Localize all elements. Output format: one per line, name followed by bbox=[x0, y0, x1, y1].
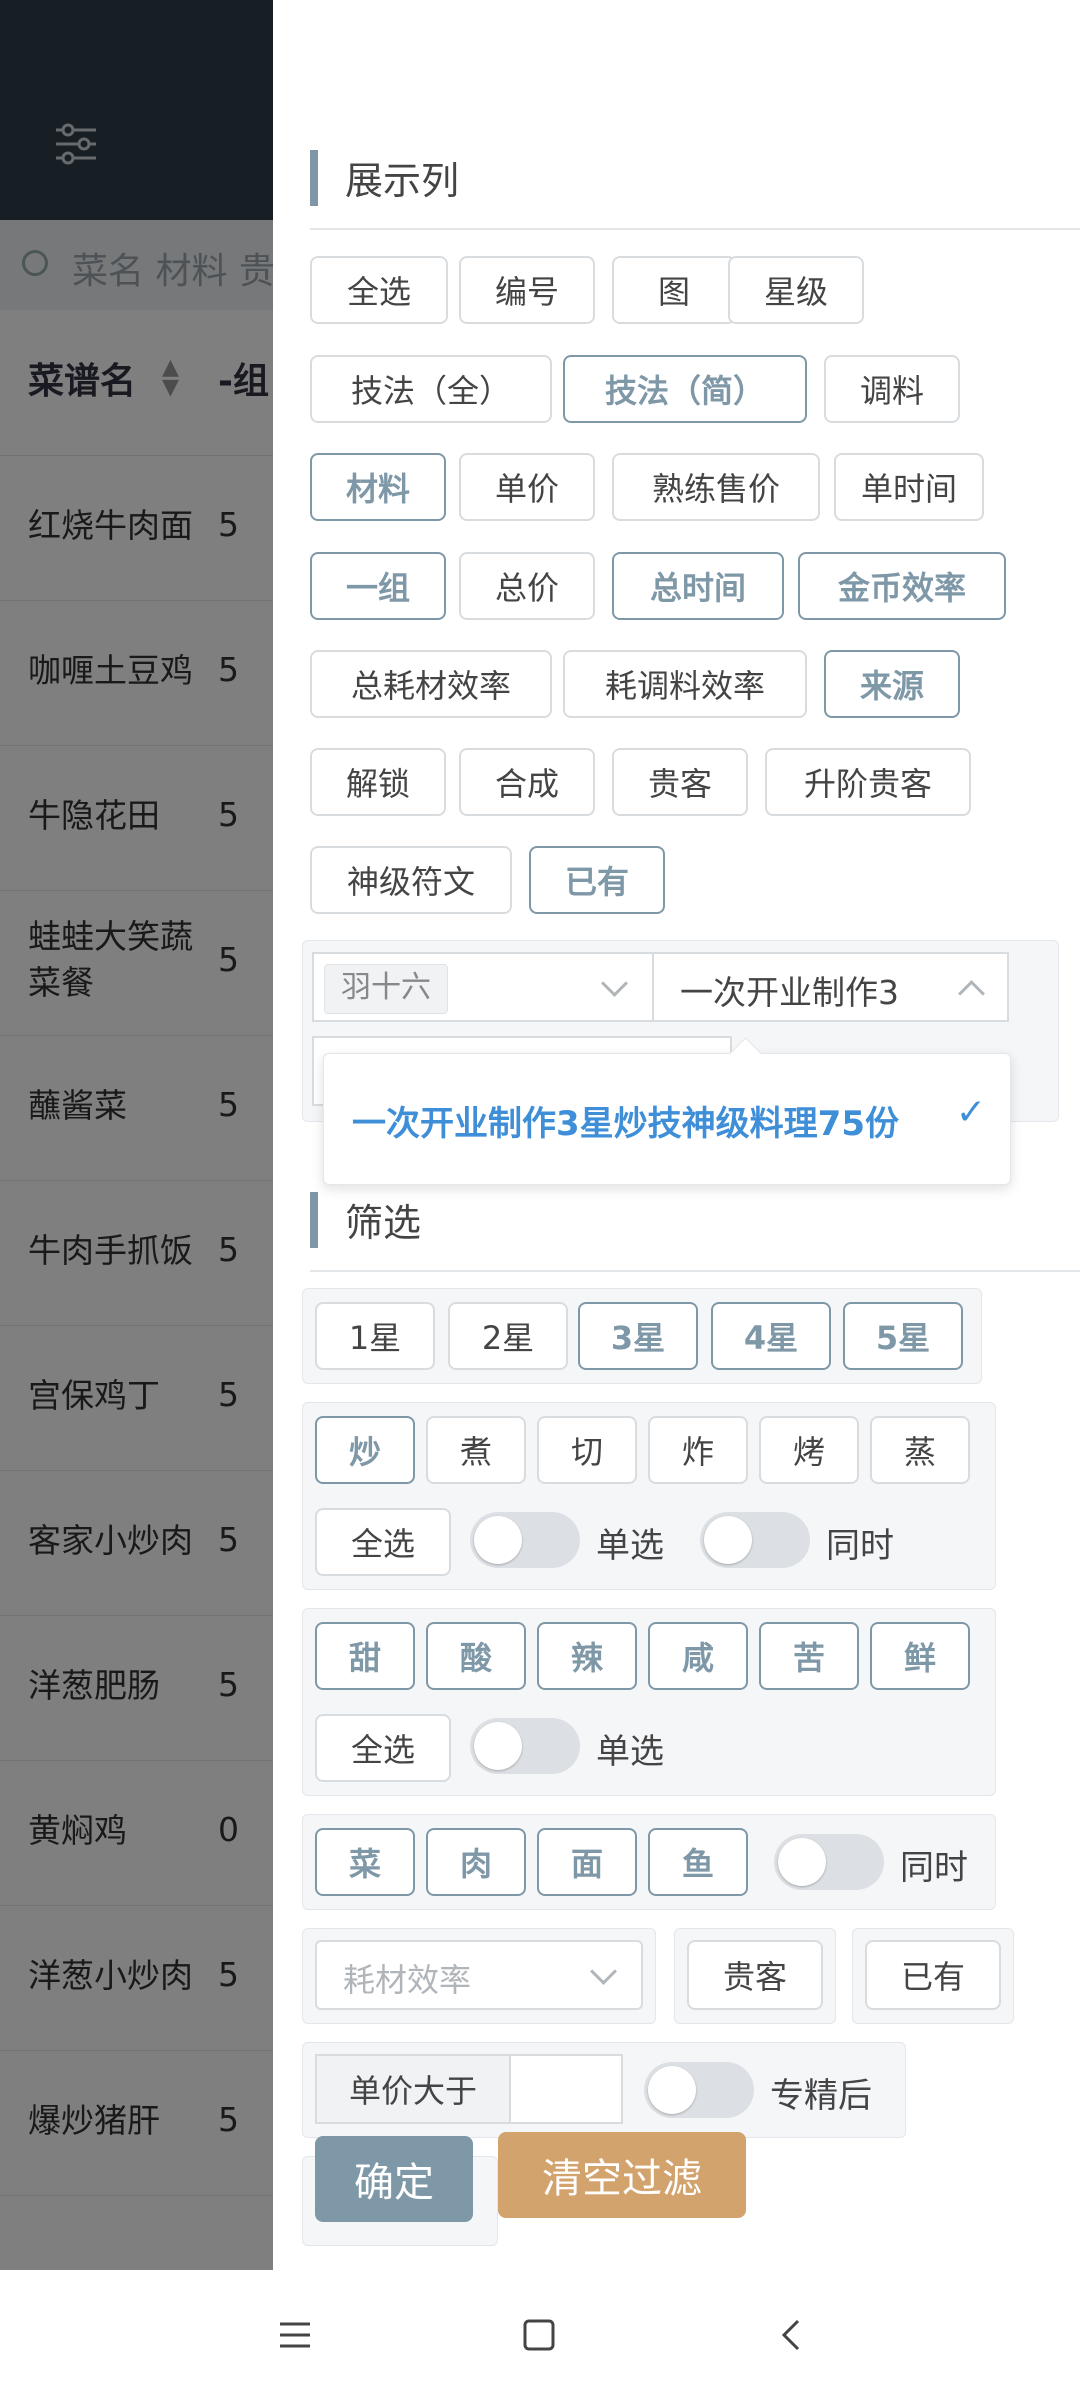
column-toggle-button[interactable]: 熟练售价 bbox=[612, 453, 820, 521]
skills-same-time-label: 同时 bbox=[826, 1526, 894, 1566]
recent-apps-icon[interactable] bbox=[278, 2318, 312, 2352]
skills-single-toggle[interactable] bbox=[470, 1512, 580, 1568]
efficiency-select[interactable]: 耗材效率 bbox=[315, 1940, 643, 2010]
column-toggle-button[interactable]: 调料 bbox=[824, 355, 960, 423]
task-dropdown: 一次开业制作3星炒技神级料理75份 ✓ bbox=[323, 1037, 1011, 1185]
material-filter-button[interactable]: 鱼 bbox=[648, 1828, 748, 1896]
column-toggle-button[interactable]: 神级符文 bbox=[310, 846, 512, 914]
column-toggle-button[interactable]: 全选 bbox=[310, 256, 448, 324]
materials-same-time-label: 同时 bbox=[900, 1848, 968, 1888]
skill-filter-button[interactable]: 炒 bbox=[315, 1416, 415, 1484]
column-toggle-button[interactable]: 解锁 bbox=[310, 748, 446, 816]
column-toggle-button[interactable]: 总时间 bbox=[612, 552, 784, 620]
chevron-down-icon bbox=[590, 1958, 617, 1985]
tastes-single-label: 单选 bbox=[596, 1732, 664, 1772]
price-greater-input[interactable] bbox=[509, 2054, 623, 2124]
tastes-select-all-button[interactable]: 全选 bbox=[315, 1714, 451, 1782]
divider bbox=[310, 228, 1080, 230]
column-toggle-button[interactable]: 一组 bbox=[310, 552, 446, 620]
taste-filter-button[interactable]: 苦 bbox=[759, 1622, 859, 1690]
section-title-filter: 筛选 bbox=[345, 1201, 422, 1245]
taste-filter-button[interactable]: 酸 bbox=[426, 1622, 526, 1690]
divider bbox=[310, 1270, 1080, 1272]
skill-filter-button[interactable]: 煮 bbox=[426, 1416, 526, 1484]
column-toggle-button[interactable]: 技法（全） bbox=[310, 355, 552, 423]
after-mastery-toggle[interactable] bbox=[644, 2062, 754, 2118]
column-toggle-button[interactable]: 材料 bbox=[310, 453, 446, 521]
skill-filter-button[interactable]: 切 bbox=[537, 1416, 637, 1484]
owned-filter-button[interactable]: 已有 bbox=[865, 1940, 1001, 2010]
section-title-columns: 展示列 bbox=[345, 159, 460, 203]
system-nav-bar bbox=[0, 2270, 1080, 2400]
guest-filter-button[interactable]: 贵客 bbox=[687, 1940, 823, 2010]
material-filter-button[interactable]: 面 bbox=[537, 1828, 637, 1896]
column-toggle-button[interactable]: 贵客 bbox=[612, 748, 748, 816]
column-toggle-button[interactable]: 已有 bbox=[529, 846, 665, 914]
taste-filter-button[interactable]: 鲜 bbox=[870, 1622, 970, 1690]
materials-same-time-toggle[interactable] bbox=[774, 1834, 884, 1890]
column-toggle-button[interactable]: 来源 bbox=[824, 650, 960, 718]
efficiency-placeholder: 耗材效率 bbox=[343, 1961, 472, 1999]
clear-filter-button[interactable]: 清空过滤 bbox=[498, 2132, 746, 2218]
chef-tag: 羽十六 bbox=[324, 964, 448, 1014]
taste-filter-button[interactable]: 咸 bbox=[648, 1622, 748, 1690]
column-toggle-button[interactable]: 总价 bbox=[459, 552, 595, 620]
check-icon: ✓ bbox=[955, 1092, 986, 1133]
home-icon[interactable] bbox=[522, 2318, 556, 2352]
column-toggle-button[interactable]: 单价 bbox=[459, 453, 595, 521]
task-select[interactable]: 一次开业制作3 bbox=[652, 952, 1009, 1022]
skill-filter-button[interactable]: 蒸 bbox=[870, 1416, 970, 1484]
star-filter-button[interactable]: 2星 bbox=[448, 1302, 568, 1370]
section-accent-bar bbox=[310, 150, 318, 206]
back-icon[interactable] bbox=[776, 2318, 810, 2352]
column-toggle-button[interactable]: 单时间 bbox=[834, 453, 984, 521]
column-toggle-button[interactable]: 升阶贵客 bbox=[765, 748, 971, 816]
star-filter-button[interactable]: 1星 bbox=[315, 1302, 435, 1370]
material-filter-button[interactable]: 肉 bbox=[426, 1828, 526, 1896]
dropdown-option-selected[interactable]: 一次开业制作3星炒技神级料理75份 bbox=[352, 1096, 899, 1145]
skill-filter-button[interactable]: 炸 bbox=[648, 1416, 748, 1484]
section-accent-bar bbox=[310, 1192, 318, 1248]
skill-filter-button[interactable]: 烤 bbox=[759, 1416, 859, 1484]
column-toggle-button[interactable]: 编号 bbox=[459, 256, 595, 324]
column-toggle-button[interactable]: 图 bbox=[612, 256, 736, 324]
column-toggle-button[interactable]: 合成 bbox=[459, 748, 595, 816]
column-toggle-button[interactable]: 总耗材效率 bbox=[310, 650, 552, 718]
skills-single-label: 单选 bbox=[596, 1526, 664, 1566]
price-greater-label: 单价大于 bbox=[315, 2054, 511, 2124]
column-toggle-button[interactable]: 技法（简） bbox=[563, 355, 807, 423]
tastes-single-toggle[interactable] bbox=[470, 1718, 580, 1774]
after-mastery-label: 专精后 bbox=[770, 2076, 872, 2116]
star-filter-button[interactable]: 3星 bbox=[578, 1302, 698, 1370]
material-filter-button[interactable]: 菜 bbox=[315, 1828, 415, 1896]
taste-filter-button[interactable]: 甜 bbox=[315, 1622, 415, 1690]
skills-same-time-toggle[interactable] bbox=[700, 1512, 810, 1568]
chevron-down-icon bbox=[601, 970, 628, 997]
column-toggle-button[interactable]: 耗调料效率 bbox=[563, 650, 807, 718]
chef-select[interactable]: 羽十六 bbox=[312, 952, 654, 1022]
confirm-button[interactable]: 确定 bbox=[315, 2136, 473, 2222]
task-select-value: 一次开业制作3 bbox=[680, 973, 899, 1012]
skills-select-all-button[interactable]: 全选 bbox=[315, 1508, 451, 1576]
star-filter-button[interactable]: 4星 bbox=[711, 1302, 831, 1370]
taste-filter-button[interactable]: 辣 bbox=[537, 1622, 637, 1690]
column-toggle-button[interactable]: 星级 bbox=[728, 256, 864, 324]
chevron-up-icon bbox=[958, 980, 985, 1007]
column-toggle-button[interactable]: 金币效率 bbox=[798, 552, 1006, 620]
star-filter-button[interactable]: 5星 bbox=[843, 1302, 963, 1370]
